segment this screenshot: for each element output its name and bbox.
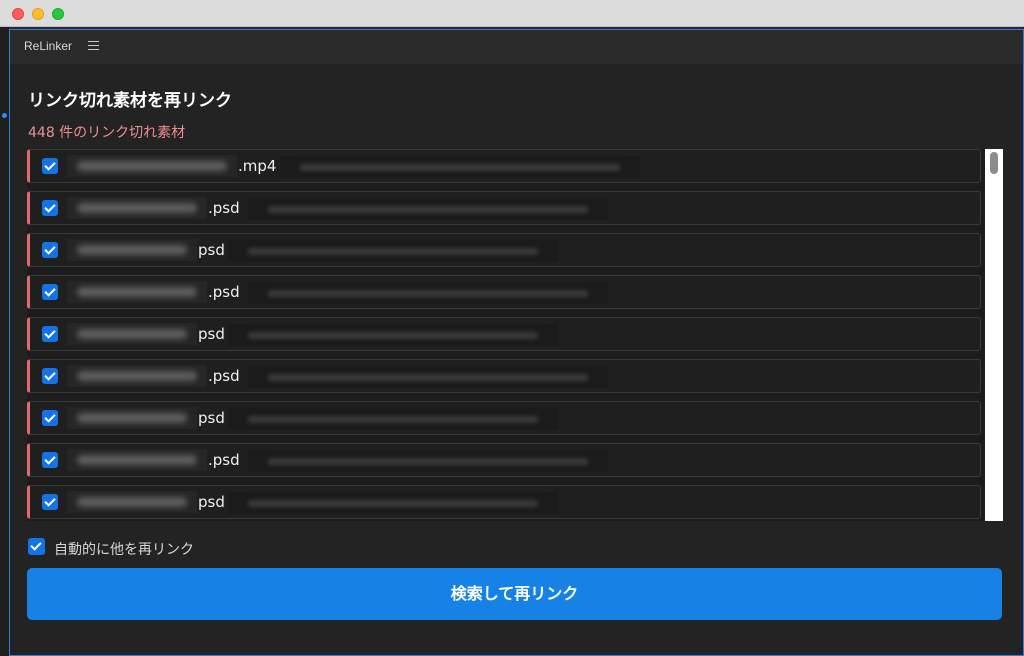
- file-checkbox[interactable]: [42, 410, 58, 426]
- scrollbar-thumb[interactable]: [990, 152, 998, 174]
- file-row[interactable]: psd: [27, 317, 981, 351]
- redacted-file-path: [248, 198, 608, 220]
- page-title: リンク切れ素材を再リンク: [28, 91, 232, 111]
- redacted-file-path: [228, 408, 558, 430]
- redacted-file-path: [228, 492, 558, 514]
- auto-relink-label: 自動的に他を再リンク: [54, 542, 194, 558]
- host-app-edge: [0, 27, 9, 656]
- file-checkbox[interactable]: [42, 284, 58, 300]
- file-extension: psd: [198, 493, 225, 511]
- redacted-filename: [67, 155, 237, 177]
- file-checkbox[interactable]: [42, 326, 58, 342]
- redacted-file-path: [248, 450, 608, 472]
- file-extension: .psd: [208, 367, 240, 385]
- file-extension: .mp4: [238, 157, 277, 175]
- blue-indicator-icon: [2, 113, 7, 118]
- list-scrollbar[interactable]: [985, 149, 1003, 521]
- redacted-filename: [67, 407, 197, 429]
- redacted-filename: [67, 491, 197, 513]
- redacted-filename: [67, 239, 197, 261]
- redacted-filename: [67, 197, 207, 219]
- panel-content: リンク切れ素材を再リンク 448 件のリンク切れ素材 psd .psd psd .ps…: [10, 64, 1023, 655]
- file-extension: .psd: [208, 199, 240, 217]
- file-row[interactable]: .psd: [27, 443, 981, 477]
- window-titlebar: [0, 0, 1024, 27]
- close-window-button[interactable]: [12, 8, 24, 20]
- hamburger-menu-icon[interactable]: [88, 40, 101, 52]
- search-relink-button[interactable]: 検索して再リンク: [27, 568, 1002, 620]
- auto-relink-checkbox[interactable]: [28, 538, 45, 555]
- file-extension: .psd: [208, 283, 240, 301]
- relinker-panel: ReLinker リンク切れ素材を再リンク 448 件のリンク切れ素材 psd.…: [9, 29, 1024, 656]
- file-checkbox[interactable]: [42, 242, 58, 258]
- file-extension: psd: [198, 409, 225, 427]
- file-extension: .psd: [208, 451, 240, 469]
- redacted-file-path: [248, 366, 608, 388]
- file-row[interactable]: psd: [27, 401, 981, 435]
- app-window: ReLinker リンク切れ素材を再リンク 448 件のリンク切れ素材 psd.…: [0, 0, 1024, 656]
- redacted-filename: [67, 281, 207, 303]
- file-checkbox[interactable]: [42, 452, 58, 468]
- file-row[interactable]: psd: [27, 233, 981, 267]
- redacted-filename: [67, 365, 207, 387]
- app-name: ReLinker: [24, 39, 73, 53]
- panel-header: ReLinker: [10, 30, 1023, 64]
- maximize-window-button[interactable]: [52, 8, 64, 20]
- redacted-file-path: [280, 156, 640, 178]
- redacted-filename: [67, 449, 207, 471]
- file-checkbox[interactable]: [42, 368, 58, 384]
- redacted-file-path: [248, 282, 608, 304]
- file-row[interactable]: .psd: [27, 359, 981, 393]
- file-checkbox[interactable]: [42, 158, 58, 174]
- redacted-file-path: [228, 324, 558, 346]
- broken-link-count: 448 件のリンク切れ素材: [28, 125, 186, 141]
- file-extension: psd: [198, 241, 225, 259]
- redacted-filename: [67, 323, 197, 345]
- file-row[interactable]: psd: [27, 485, 981, 519]
- file-row[interactable]: .psd: [27, 275, 981, 309]
- file-checkbox[interactable]: [42, 494, 58, 510]
- file-row[interactable]: .psd: [27, 191, 981, 225]
- file-checkbox[interactable]: [42, 200, 58, 216]
- redacted-file-path: [228, 240, 558, 262]
- minimize-window-button[interactable]: [32, 8, 44, 20]
- file-extension: psd: [198, 325, 225, 343]
- file-row[interactable]: .mp4: [27, 149, 981, 183]
- broken-file-list[interactable]: psd .psd psd .psd psd .psd psd .psd .mp4: [27, 149, 1003, 521]
